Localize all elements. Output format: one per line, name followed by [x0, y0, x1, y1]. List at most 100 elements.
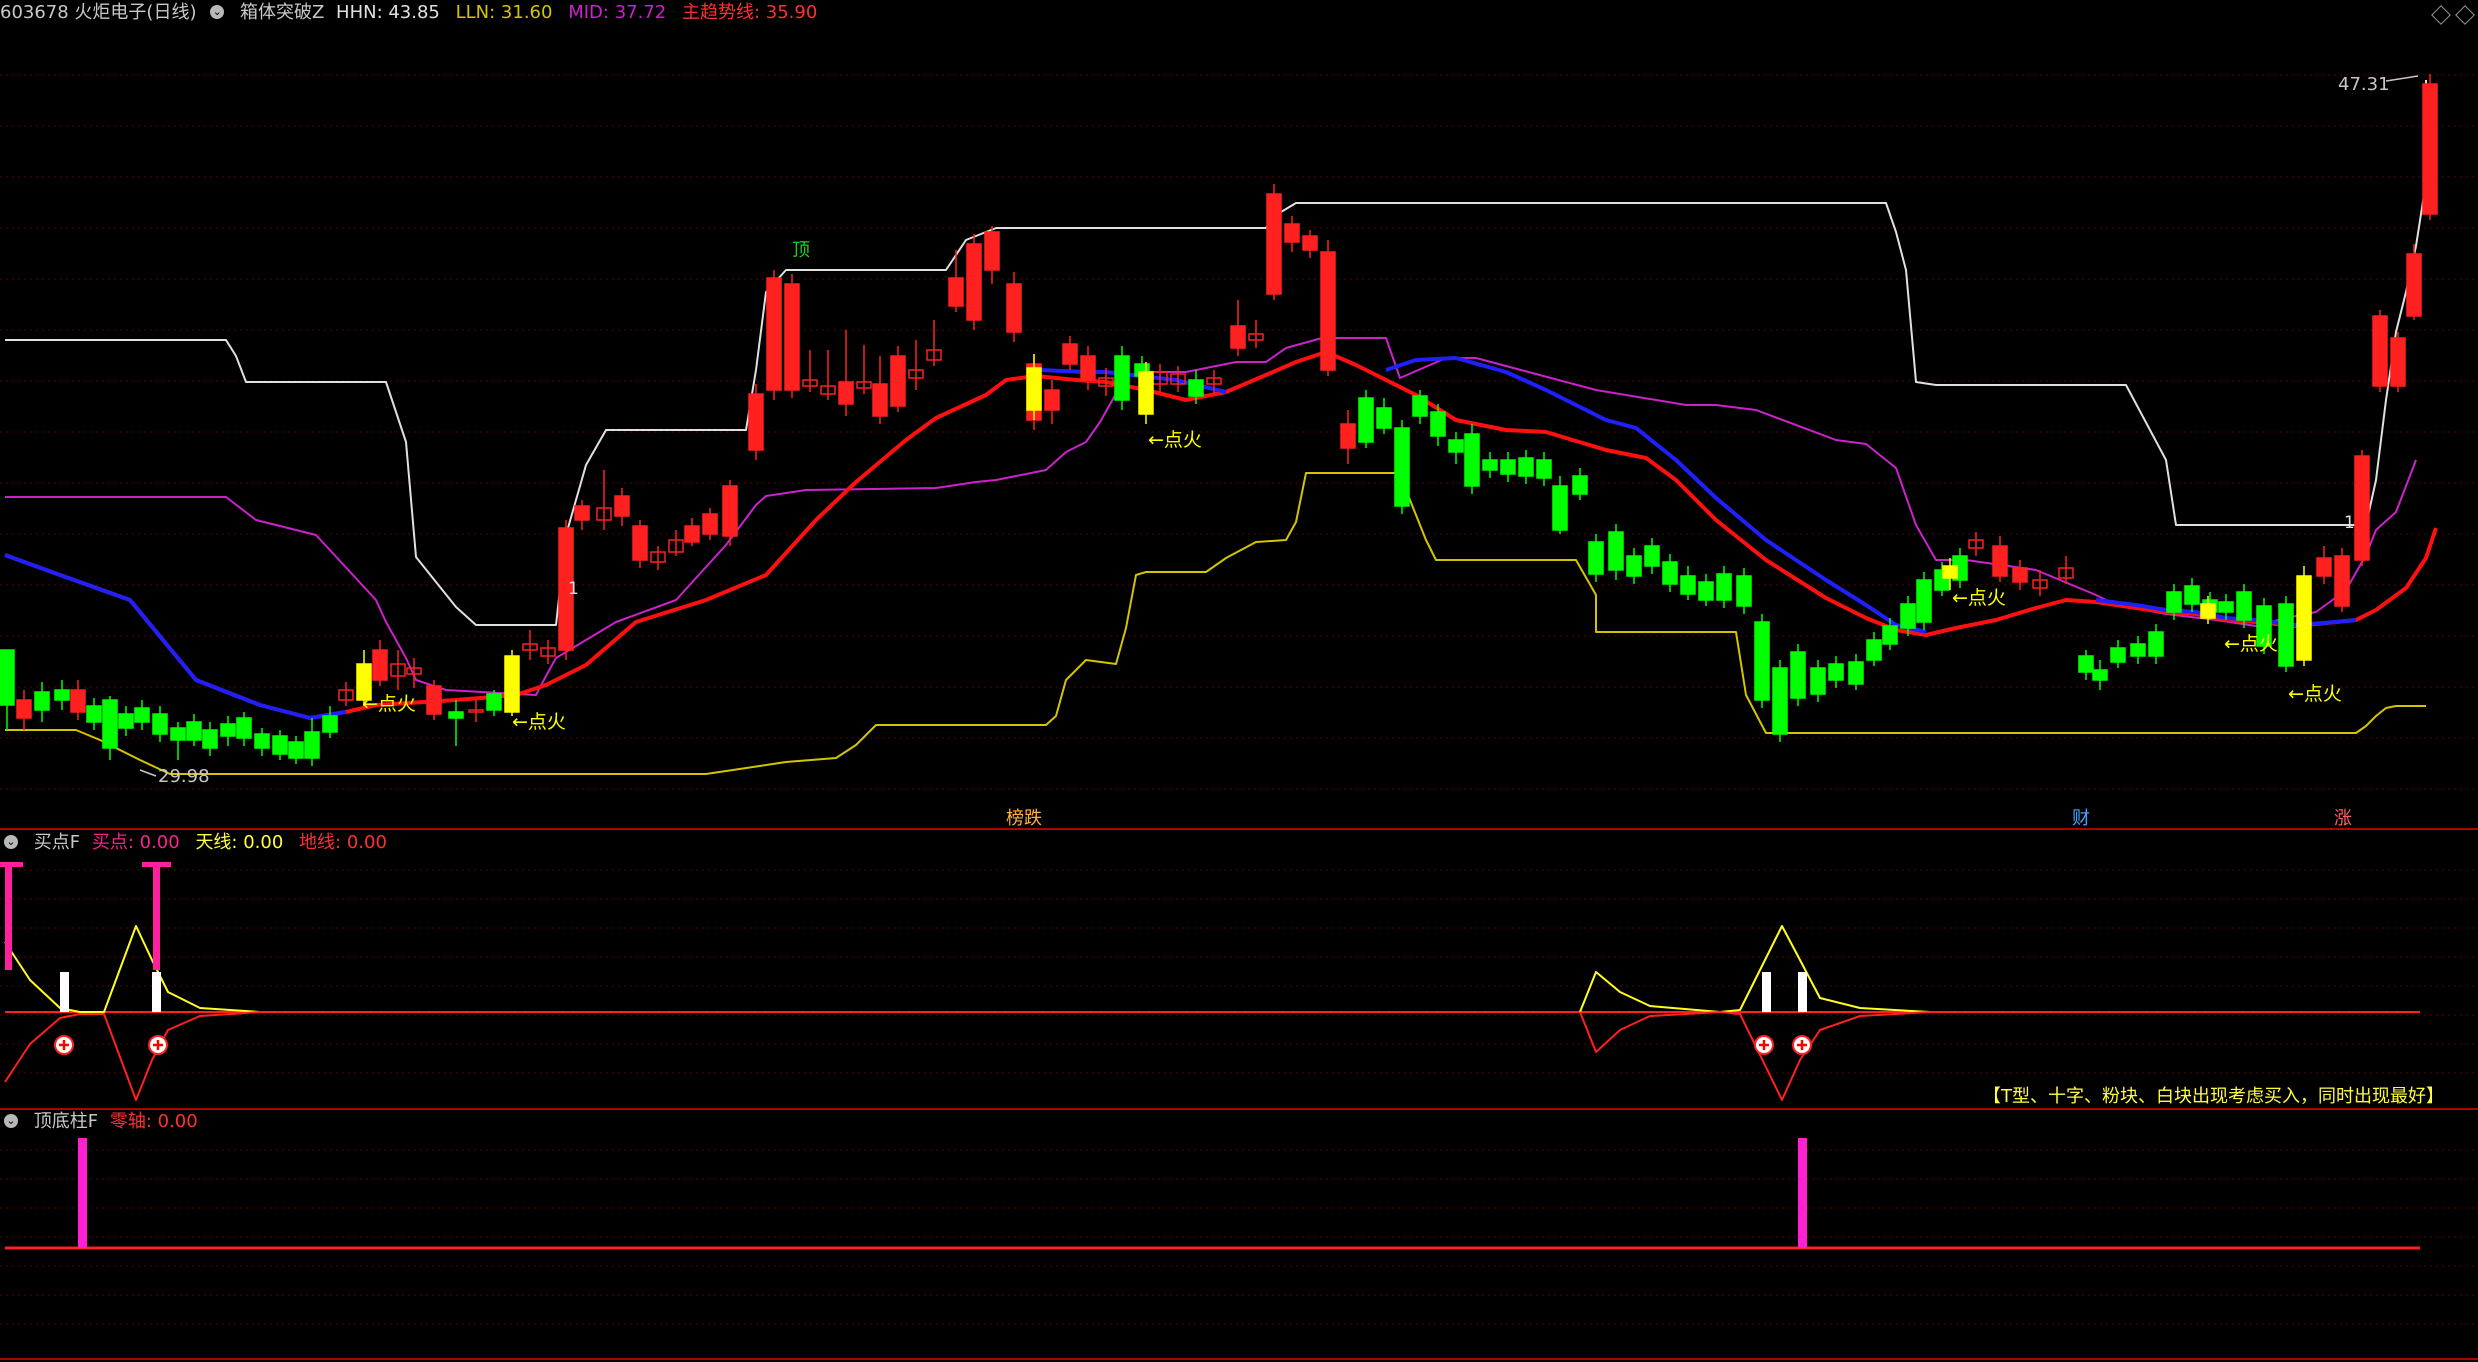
candle-body	[254, 733, 270, 749]
candle-body	[1626, 555, 1642, 577]
candle-body	[186, 721, 202, 741]
hhn-line	[5, 80, 2427, 626]
candle-body	[1882, 625, 1898, 645]
candle-body	[614, 495, 630, 517]
collapse-icon[interactable]: ⌄	[210, 5, 225, 19]
candle-body	[86, 705, 102, 723]
low-price-label: 29.98	[158, 766, 210, 787]
candle-body	[426, 685, 442, 715]
fire-label: ←点火	[1952, 587, 2006, 609]
white-block	[60, 972, 69, 1012]
sub1-name[interactable]: 买点F	[34, 832, 80, 853]
candle-body	[70, 689, 86, 713]
ground-value: 地线: 0.00	[299, 832, 387, 853]
sub2-chart[interactable]	[0, 1133, 2478, 1362]
candle-body	[2148, 631, 2164, 657]
fire-label: ←点火	[362, 693, 416, 715]
candle-body	[486, 693, 502, 711]
panel-divider[interactable]	[0, 828, 2478, 830]
candle-body	[1662, 561, 1678, 585]
candle-body	[272, 735, 288, 755]
candle-body	[1536, 459, 1552, 479]
candle-body	[1680, 575, 1696, 595]
white-block	[152, 972, 161, 1012]
sky-value: 天线: 0.00	[195, 832, 284, 853]
candle-body	[722, 485, 738, 537]
candle-body	[1430, 411, 1446, 437]
candle-body	[2092, 669, 2108, 681]
candle-body	[504, 655, 520, 713]
pink-bar-cap	[0, 862, 23, 867]
one-label: 1	[568, 579, 579, 599]
strategy-note: 【T型、十字、粉块、白块出现考虑买入，同时出现最好】	[1983, 1086, 2444, 1107]
top-bottom-pillar	[78, 1138, 87, 1248]
sub1-chart[interactable]: 【T型、十字、粉块、白块出现考虑买入，同时出现最好】	[0, 854, 2478, 1108]
top-mark: 顶	[792, 240, 810, 261]
trend-line	[4, 350, 2438, 720]
lln-value: LLN: 31.60	[455, 2, 553, 23]
candle-body	[748, 393, 764, 451]
candle-body	[2130, 643, 2146, 657]
candle-body	[2422, 83, 2438, 215]
candle-body	[220, 723, 236, 737]
candle-body	[2296, 575, 2312, 661]
candle-body	[1302, 235, 1318, 251]
candle-body	[2110, 647, 2126, 663]
candle-body	[1266, 193, 1282, 295]
ground-line	[1579, 1011, 1931, 1101]
indicator-name[interactable]: 箱体突破Z	[240, 2, 324, 23]
white-block	[1798, 972, 1807, 1012]
top-bottom-pillar	[1798, 1138, 1807, 1248]
candle-body	[1376, 407, 1392, 429]
event-label[interactable]: 榜跌	[1006, 808, 1042, 829]
candle-body	[152, 713, 168, 735]
panel-divider[interactable]	[0, 1108, 2478, 1110]
one-label: 1	[2344, 513, 2355, 533]
trend-value: 主趋势线: 35.90	[681, 2, 818, 23]
candle-body	[0, 649, 15, 706]
candle-body	[448, 711, 464, 719]
candle-body	[1754, 621, 1770, 701]
candle-body	[684, 525, 700, 543]
main-chart[interactable]: 47.31 29.98 顶 ←点火 ←点火 ←点火 ←点火 ←点火 ←点火 1 …	[0, 22, 2478, 830]
sub2-header: ⌄ 顶底柱F 零轴: 0.00	[0, 1111, 208, 1133]
fire-label: ←点火	[2288, 683, 2342, 705]
candle-body	[1284, 223, 1300, 243]
fire-label: ←点火	[512, 711, 566, 733]
candle-body	[2334, 555, 2350, 607]
candle-body	[838, 381, 854, 405]
sub2-plot	[5, 1138, 2420, 1250]
candle-body	[1114, 355, 1130, 401]
candle-body	[890, 355, 906, 407]
candle-body	[1464, 433, 1480, 487]
candle-body	[1772, 667, 1788, 735]
collapse-icon[interactable]: ⌄	[4, 1114, 18, 1128]
candle-body	[2236, 591, 2252, 621]
candle-body	[372, 649, 388, 681]
candle-body	[2278, 603, 2294, 667]
candle-body	[170, 727, 186, 741]
candle-body	[1006, 283, 1022, 333]
candle-body	[2390, 337, 2406, 387]
candle-body	[1736, 575, 1752, 607]
event-label[interactable]: 财	[2072, 808, 2090, 829]
collapse-icon[interactable]: ⌄	[4, 835, 18, 849]
candle-body	[872, 383, 888, 417]
event-label[interactable]: 涨	[2334, 808, 2352, 829]
sub2-name[interactable]: 顶底柱F	[34, 1111, 98, 1132]
candle-body	[118, 713, 134, 729]
pink-bar-cap	[142, 862, 171, 867]
candle-body	[1044, 389, 1060, 411]
candle-body	[702, 513, 718, 535]
candle-body	[2200, 603, 2216, 619]
white-block	[1762, 972, 1771, 1012]
candle-body	[1716, 573, 1732, 601]
sub1-plot	[0, 862, 2420, 1101]
candle-body	[304, 731, 320, 759]
candle-body	[1500, 459, 1516, 475]
hhn-value: HHN: 43.85	[336, 2, 440, 23]
sub1-grid	[0, 869, 2478, 1074]
candles	[0, 74, 2438, 766]
candle-body	[1608, 531, 1624, 571]
candle-body	[1138, 371, 1154, 415]
